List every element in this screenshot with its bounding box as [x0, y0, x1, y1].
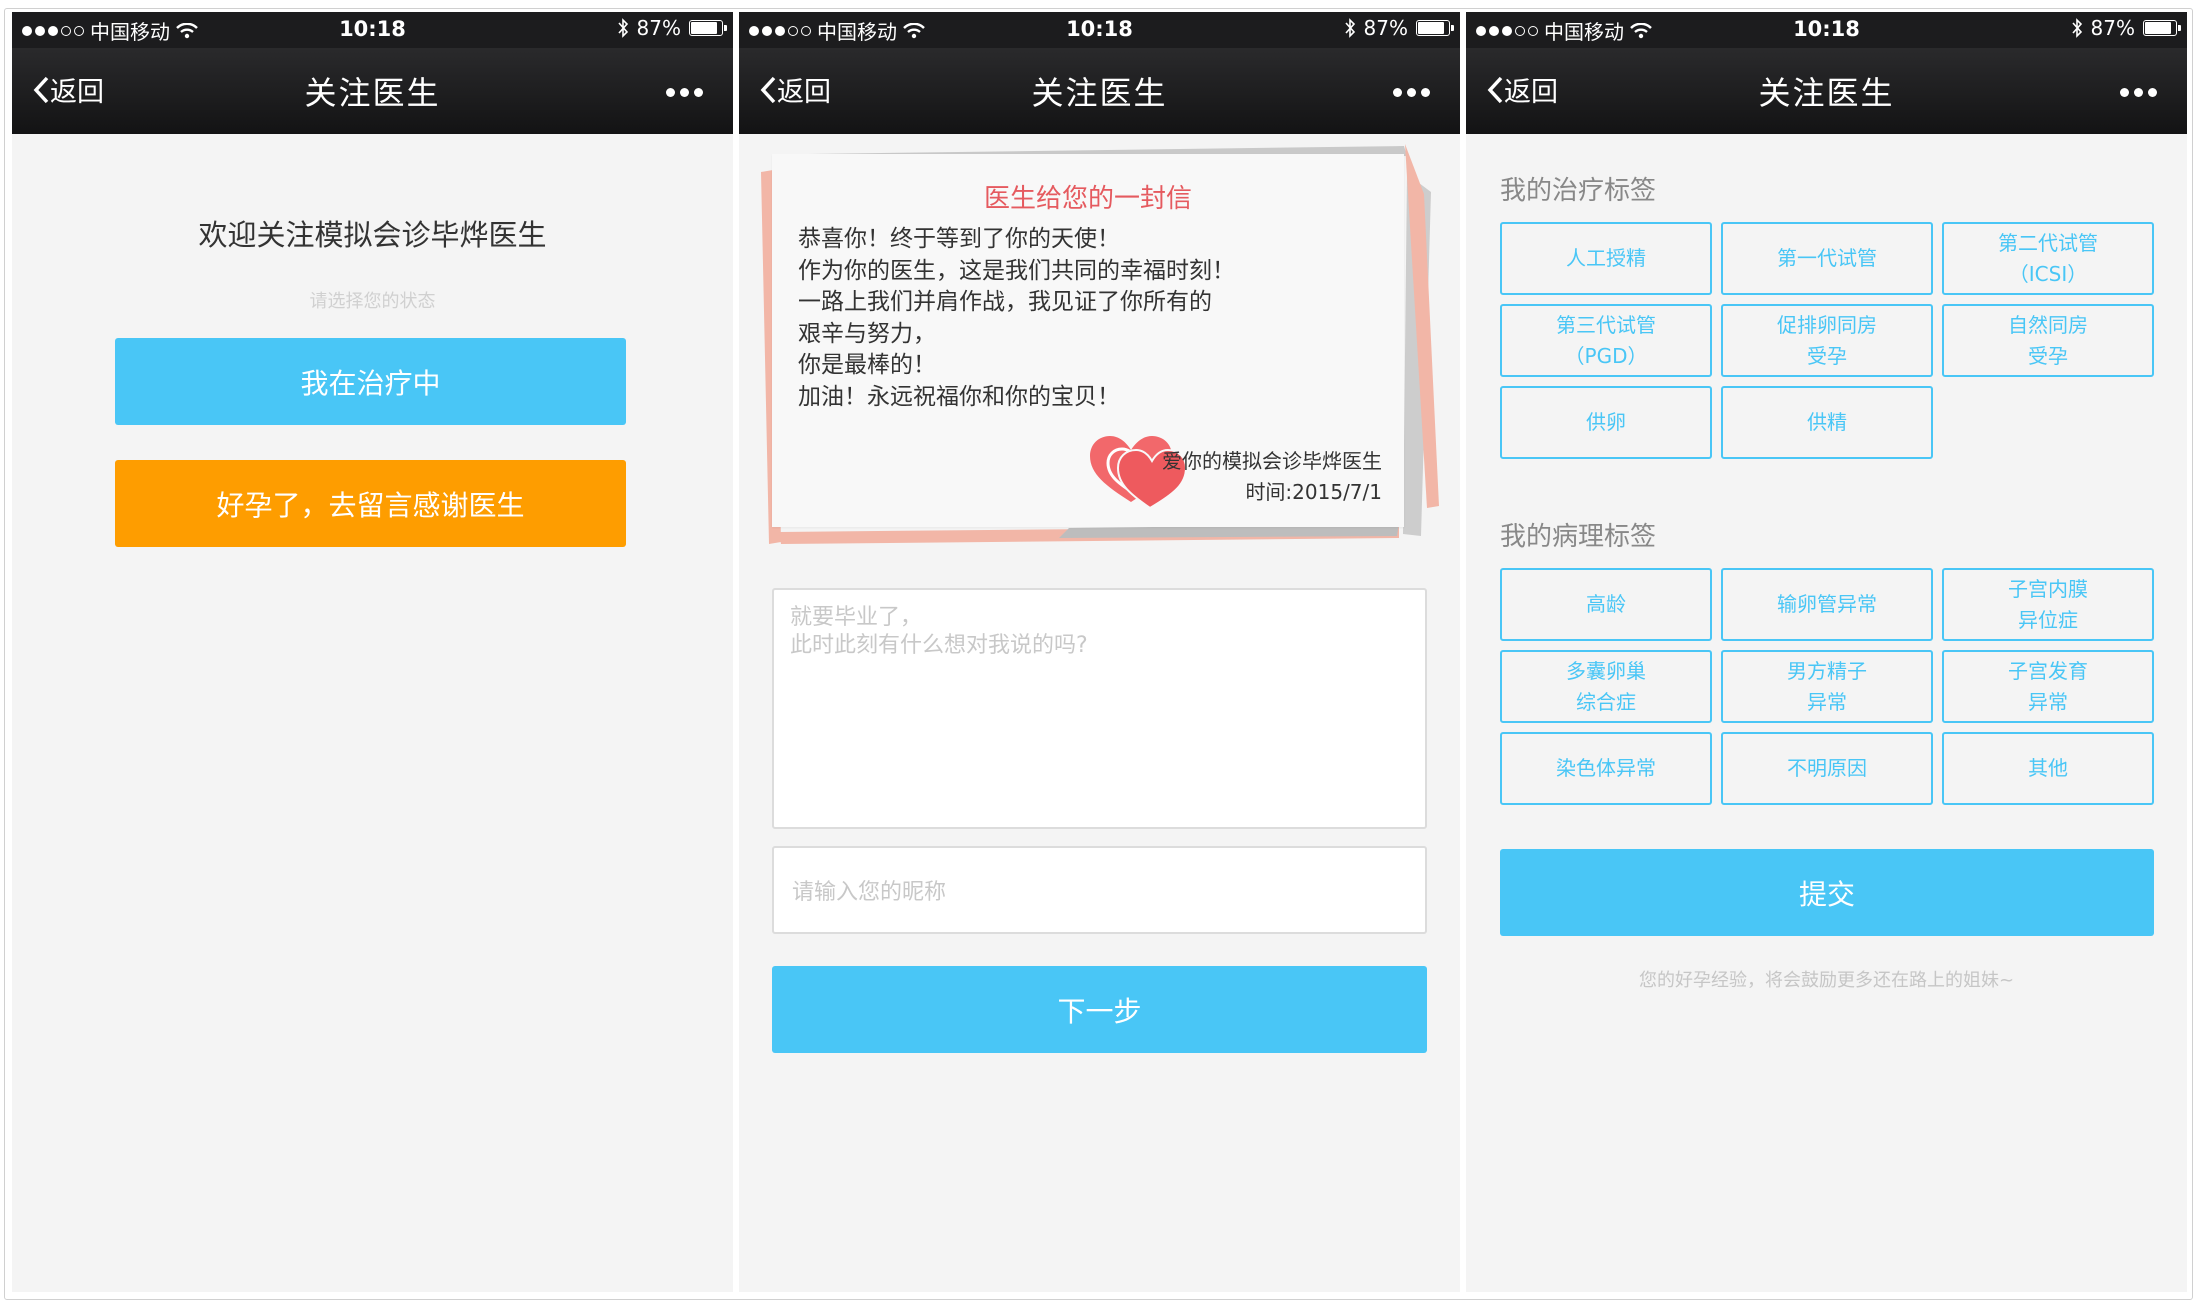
tag-button[interactable]: 第二代试管 （ICSI）: [1942, 222, 2154, 295]
nav-bar: 返回 关注医生: [739, 48, 1460, 134]
pathology-tags-title: 我的病理标签: [1500, 522, 1657, 552]
tag-label: 高龄: [1586, 592, 1626, 616]
screen-status-select: 中国移动 10:18 87% 返回 关注医生 欢迎关注模拟会诊毕烨医生 请选择您…: [12, 12, 733, 1292]
tag-button[interactable]: 子宫发育 异常: [1942, 650, 2154, 723]
more-icon[interactable]: [666, 88, 703, 97]
letter-date: 时间:2015/7/1: [1245, 480, 1382, 504]
tag-label: 第一代试管: [1777, 246, 1877, 270]
status-bar: 中国移动 10:18 87%: [1466, 12, 2187, 48]
letter-signature: 爱你的模拟会诊毕烨医生 时间:2015/7/1: [1162, 446, 1382, 508]
letter-title: 医生给您的一封信: [983, 184, 1192, 214]
page-title: 关注医生: [1758, 74, 1895, 112]
signature-text: 爱你的模拟会诊毕烨医生: [1162, 449, 1382, 473]
tag-button[interactable]: 男方精子 异常: [1721, 650, 1933, 723]
battery-icon: [2143, 20, 2181, 36]
battery-percent: 87%: [636, 16, 681, 40]
tag-button[interactable]: 子宫内膜 异位症: [1942, 568, 2154, 641]
status-hint: 请选择您的状态: [309, 291, 436, 312]
tag-label-line2: 异常: [2028, 689, 2068, 714]
tag-label: 输卵管异常: [1777, 592, 1877, 616]
battery-percent: 87%: [1363, 16, 1408, 40]
tag-label-line2: 综合症: [1576, 689, 1636, 714]
tag-label-line2: 异位症: [2018, 607, 2078, 632]
message-textarea[interactable]: 就要毕业了， 此时此刻有什么想对我说的吗?: [772, 588, 1427, 829]
welcome-text: 欢迎关注模拟会诊毕烨医生: [198, 218, 547, 252]
letter-line: 恭喜你！终于等到了你的天使！: [798, 226, 1120, 252]
tag-label: 人工授精: [1566, 246, 1646, 270]
tag-label-line2: 异常: [1807, 689, 1847, 714]
battery-icon: [1416, 20, 1454, 36]
letter-line: 你是最棒的！: [798, 352, 936, 378]
tag-label-line2: （PGD）: [1564, 343, 1648, 368]
tag-button[interactable]: 输卵管异常: [1721, 568, 1933, 641]
tag-button[interactable]: 染色体异常: [1500, 732, 1712, 805]
tag-label: 促排卵同房: [1777, 312, 1877, 337]
submit-button[interactable]: 提交: [1500, 849, 2154, 936]
nickname-input[interactable]: 请输入您的昵称: [772, 846, 1427, 934]
letter-line: 作为你的医生，这是我们共同的幸福时刻！: [798, 257, 1235, 284]
treating-button[interactable]: 我在治疗中: [115, 338, 626, 425]
letter-line: 加油！永远祝福你和你的宝贝！: [798, 383, 1120, 410]
tag-button[interactable]: 多囊卵巢 综合症: [1500, 650, 1712, 723]
letter-card: 医生给您的一封信 恭喜你！终于等到了你的天使！ 作为你的医生，这是我们共同的幸福…: [739, 134, 1460, 574]
tag-label: 供卵: [1586, 410, 1626, 434]
footer-note: 您的好孕经验，将会鼓励更多还在路上的姐妹~: [1638, 970, 2015, 991]
message-placeholder: 就要毕业了，: [790, 605, 923, 630]
tag-label: 不明原因: [1787, 756, 1867, 780]
tag-button[interactable]: 供卵: [1500, 386, 1712, 459]
tag-label: 子宫内膜: [2008, 576, 2088, 601]
tag-label-line2: 受孕: [2028, 343, 2068, 368]
treatment-tags-title: 我的治疗标签: [1500, 176, 1657, 206]
bluetooth-icon: [2071, 18, 2082, 38]
tag-label-line2: （ICSI）: [2008, 261, 2088, 286]
letter-body: 恭喜你！终于等到了你的天使！ 作为你的医生，这是我们共同的幸福时刻！ 一路上我们…: [798, 224, 1235, 413]
tag-label: 自然同房: [2008, 312, 2088, 337]
screen-letter: 中国移动 10:18 87% 返回 关注医生 医生给您的一封信 恭喜你！终于等到…: [739, 12, 1460, 1292]
message-placeholder: 此时此刻有什么想对我说的吗?: [790, 633, 1088, 658]
tag-label: 第二代试管: [1998, 230, 2098, 255]
tag-label-line2: 受孕: [1807, 343, 1847, 368]
tag-label: 男方精子: [1787, 658, 1867, 683]
tag-button[interactable]: 第一代试管: [1721, 222, 1933, 295]
tag-button[interactable]: 供精: [1721, 386, 1933, 459]
letter-line: 一路上我们并肩作战，我见证了你所有的: [798, 289, 1212, 315]
nav-bar: 返回 关注医生: [1466, 48, 2187, 134]
tag-button[interactable]: 高龄: [1500, 568, 1712, 641]
nickname-placeholder: 请输入您的昵称: [792, 880, 947, 905]
more-icon[interactable]: [2120, 88, 2157, 97]
status-bar: 中国移动 10:18 87%: [739, 12, 1460, 48]
battery-percent: 87%: [2090, 16, 2135, 40]
page-title: 关注医生: [1031, 74, 1168, 112]
screen-tags: 中国移动 10:18 87% 返回 关注医生 我的治疗标签 人工授精 第一代试管第…: [1466, 12, 2187, 1292]
tag-button[interactable]: 人工授精: [1500, 222, 1712, 295]
letter-line: 艰辛与努力，: [798, 320, 936, 347]
bluetooth-icon: [1344, 18, 1355, 38]
letter-paper: 医生给您的一封信 恭喜你！终于等到了你的天使！ 作为你的医生，这是我们共同的幸福…: [772, 154, 1404, 527]
next-button[interactable]: 下一步: [772, 966, 1427, 1053]
status-bar: 中国移动 10:18 87%: [12, 12, 733, 48]
tag-label: 其他: [2028, 756, 2068, 780]
bluetooth-icon: [617, 18, 628, 38]
tag-button[interactable]: 不明原因: [1721, 732, 1933, 805]
thank-doctor-button[interactable]: 好孕了，去留言感谢医生: [115, 460, 626, 547]
nav-bar: 返回 关注医生: [12, 48, 733, 134]
tag-button[interactable]: 第三代试管 （PGD）: [1500, 304, 1712, 377]
tag-button[interactable]: 自然同房 受孕: [1942, 304, 2154, 377]
tag-label: 子宫发育: [2008, 658, 2088, 683]
tag-label: 多囊卵巢: [1566, 658, 1646, 683]
tag-button[interactable]: 促排卵同房 受孕: [1721, 304, 1933, 377]
tag-label: 第三代试管: [1556, 312, 1656, 337]
more-icon[interactable]: [1393, 88, 1430, 97]
battery-icon: [689, 20, 727, 36]
tag-button[interactable]: 其他: [1942, 732, 2154, 805]
tag-label: 染色体异常: [1556, 756, 1656, 780]
page-title: 关注医生: [304, 74, 441, 112]
tag-label: 供精: [1807, 410, 1847, 434]
